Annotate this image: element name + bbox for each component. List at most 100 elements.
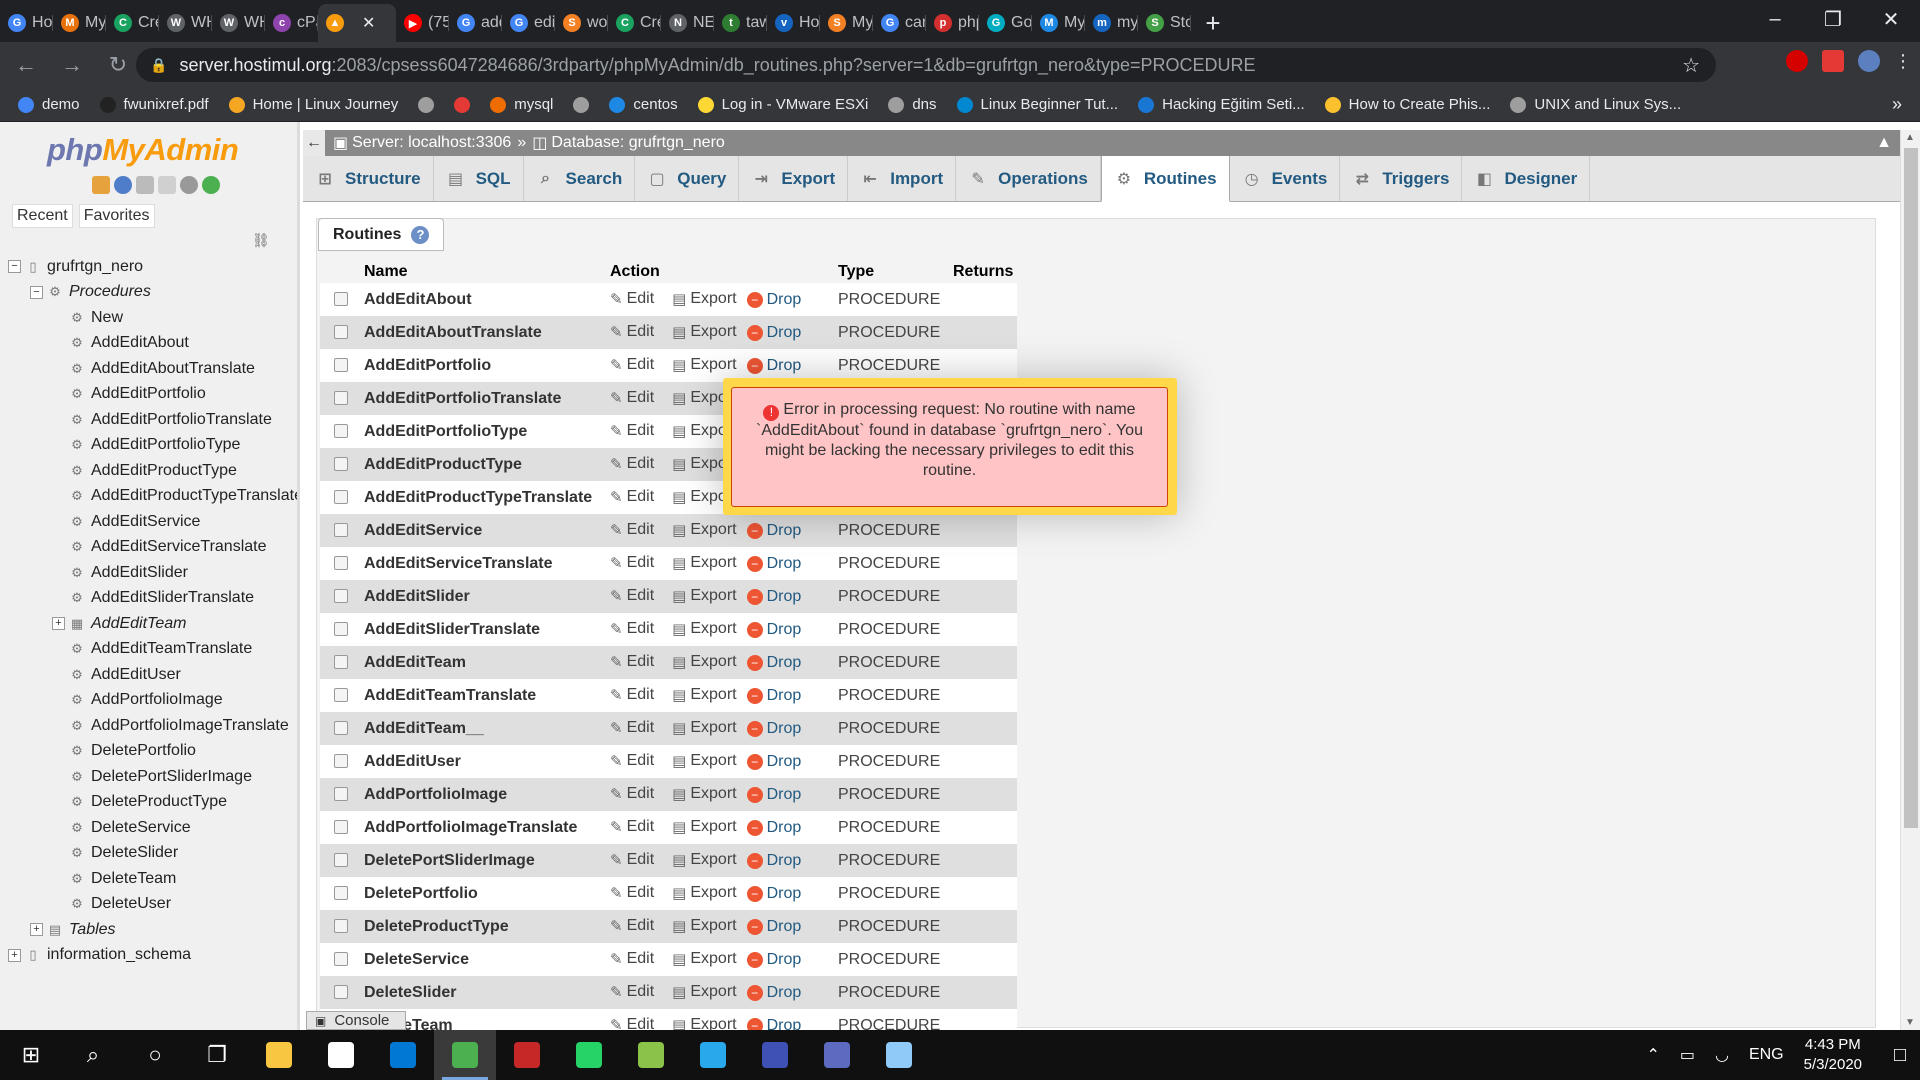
scroll-up-arrow-icon[interactable]: ▲ <box>1905 132 1915 143</box>
edit-link[interactable]: ✎ Edit <box>610 422 654 440</box>
browser-tab[interactable]: W WH <box>212 4 265 42</box>
browser-tab[interactable]: G Gol <box>979 4 1032 42</box>
taskbar-start-button[interactable]: ⊞ <box>0 1030 62 1080</box>
taskbar-app-green-icon[interactable] <box>620 1030 682 1080</box>
reload-button[interactable]: ↻ <box>98 45 138 85</box>
notifications-icon[interactable]: □ <box>1880 1030 1920 1080</box>
tree-procedure-addportfolioimagetranslate[interactable]: ⚙ AddPortfolioImageTranslate <box>8 713 297 739</box>
edit-link[interactable]: ✎ Edit <box>610 785 654 803</box>
export-link[interactable]: ▤ Export <box>672 290 736 308</box>
row-checkbox[interactable] <box>334 589 348 604</box>
browser-tab[interactable]: t taw <box>714 4 767 42</box>
drop-link[interactable]: −Drop <box>746 687 801 705</box>
close-window-button[interactable]: ✕ <box>1862 0 1920 38</box>
export-link[interactable]: ▤ Export <box>672 818 736 836</box>
tree-procedure-addeditservice[interactable]: ⚙ AddEditService <box>8 509 297 535</box>
drop-link[interactable]: −Drop <box>746 819 801 837</box>
breadcrumb-server[interactable]: ▣ Server: localhost:3306 <box>333 133 511 153</box>
bookmark-item[interactable]: mysql <box>490 96 553 113</box>
row-checkbox[interactable] <box>334 919 348 934</box>
bookmark-item[interactable] <box>454 96 471 113</box>
taskbar-task-view-button[interactable]: ❐ <box>186 1030 248 1080</box>
tree-procedure-addeditportfoliotranslate[interactable]: ⚙ AddEditPortfolioTranslate <box>8 407 297 433</box>
row-checkbox[interactable] <box>334 820 348 835</box>
browser-tab[interactable]: C Cre <box>106 4 159 42</box>
taskbar-search-button[interactable]: ⌕ <box>62 1030 124 1080</box>
profile-avatar[interactable] <box>1858 50 1880 72</box>
row-checkbox[interactable] <box>334 787 348 802</box>
tree-procedure-addeditteamtranslate[interactable]: ⚙ AddEditTeamTranslate <box>8 637 297 663</box>
recent-tab[interactable]: Recent <box>12 204 73 228</box>
bookmark-item[interactable]: centos <box>609 96 678 113</box>
tab-operations[interactable]: ✎ Operations <box>956 156 1101 201</box>
tab-search[interactable]: ⌕ Search <box>524 156 636 201</box>
page-scrollbar[interactable]: ▲ ▼ <box>1900 130 1920 1030</box>
tree-procedure-addeditslidertranslate[interactable]: ⚙ AddEditSliderTranslate <box>8 586 297 612</box>
row-checkbox[interactable] <box>334 490 348 505</box>
export-link[interactable]: ▤ Export <box>672 587 736 605</box>
menu-kebab-icon[interactable]: ⋮ <box>1894 51 1912 72</box>
taskbar-app-remote-icon[interactable] <box>868 1030 930 1080</box>
export-link[interactable]: ▤ Export <box>672 917 736 935</box>
row-checkbox[interactable] <box>334 655 348 670</box>
phpmyadmin-logo[interactable]: phpMyAdmin <box>47 132 239 168</box>
row-checkbox[interactable] <box>334 523 348 538</box>
tab-events[interactable]: ◷ Events <box>1230 156 1341 201</box>
wifi-icon[interactable]: ◡ <box>1715 1045 1729 1065</box>
tree-procedure-deleteslider[interactable]: ⚙ DeleteSlider <box>8 841 297 867</box>
edit-link[interactable]: ✎ Edit <box>610 455 654 473</box>
settings-gear-icon[interactable] <box>180 176 198 194</box>
row-checkbox[interactable] <box>334 556 348 571</box>
tab-structure[interactable]: ⊞ Structure <box>303 156 434 201</box>
bookmark-item[interactable] <box>573 96 590 113</box>
tab-sql[interactable]: ▤ SQL <box>434 156 524 201</box>
minimize-button[interactable]: – <box>1746 0 1804 38</box>
export-link[interactable]: ▤ Export <box>672 983 736 1001</box>
row-checkbox[interactable] <box>334 886 348 901</box>
row-checkbox[interactable] <box>334 853 348 868</box>
edit-link[interactable]: ✎ Edit <box>610 884 654 902</box>
extension-icon[interactable] <box>1822 50 1844 72</box>
taskbar-app-chart-icon[interactable] <box>744 1030 806 1080</box>
browser-tab[interactable]: mmys <box>1085 4 1138 42</box>
tab-routines[interactable]: ⚙ Routines <box>1100 156 1230 202</box>
new-tab-button[interactable]: + <box>1191 4 1235 42</box>
drop-link[interactable]: −Drop <box>746 522 801 540</box>
browser-tab[interactable]: Gedit <box>502 4 555 42</box>
bookmark-item[interactable]: dns <box>888 96 937 113</box>
bookmark-item[interactable] <box>418 96 435 113</box>
taskbar-mail-icon[interactable] <box>372 1030 434 1080</box>
row-checkbox[interactable] <box>334 688 348 703</box>
tree-procedures-group[interactable]: − ⚙ Procedures <box>8 280 297 306</box>
row-checkbox[interactable] <box>334 358 348 373</box>
export-link[interactable]: ▤ Export <box>672 554 736 572</box>
tree-procedure-deleteportfolio[interactable]: ⚙ DeletePortfolio <box>8 739 297 765</box>
taskbar-app-network-icon[interactable] <box>806 1030 868 1080</box>
drop-link[interactable]: −Drop <box>746 324 801 342</box>
edit-link[interactable]: ✎ Edit <box>610 851 654 869</box>
close-tab-icon[interactable]: ✕ <box>362 13 375 33</box>
tree-tables-group[interactable]: + ▤ Tables <box>8 917 297 943</box>
taskbar-whatsapp-icon[interactable] <box>558 1030 620 1080</box>
drop-link[interactable]: −Drop <box>746 984 801 1002</box>
collapse-header-icon[interactable]: ▲ <box>1876 134 1892 152</box>
expand-toggle-icon[interactable]: − <box>8 260 21 274</box>
help-icon[interactable]: ? <box>411 225 430 244</box>
tree-procedure-deleteservice[interactable]: ⚙ DeleteService <box>8 815 297 841</box>
edit-link[interactable]: ✎ Edit <box>610 950 654 968</box>
row-checkbox[interactable] <box>334 754 348 769</box>
show-hidden-icons-icon[interactable]: ⌃ <box>1646 1045 1659 1065</box>
tree-new-procedure[interactable]: ⚙ New <box>8 305 297 331</box>
docs-page-icon[interactable] <box>158 176 176 194</box>
browser-tab[interactable]: v How <box>767 4 820 42</box>
edit-link[interactable]: ✎ Edit <box>610 587 654 605</box>
taskbar-app-red-icon[interactable] <box>496 1030 558 1080</box>
drop-link[interactable]: −Drop <box>746 555 801 573</box>
taskbar-store-icon[interactable] <box>310 1030 372 1080</box>
edit-link[interactable]: ✎ Edit <box>610 620 654 638</box>
adblock-extension-icon[interactable] <box>1786 50 1808 72</box>
expand-toggle-icon[interactable]: + <box>30 923 43 937</box>
tree-procedure-addeditproducttypetranslate[interactable]: ⚙ AddEditProductTypeTranslate <box>8 484 297 510</box>
expand-toggle-icon[interactable]: − <box>30 285 43 299</box>
drop-link[interactable]: −Drop <box>746 885 801 903</box>
